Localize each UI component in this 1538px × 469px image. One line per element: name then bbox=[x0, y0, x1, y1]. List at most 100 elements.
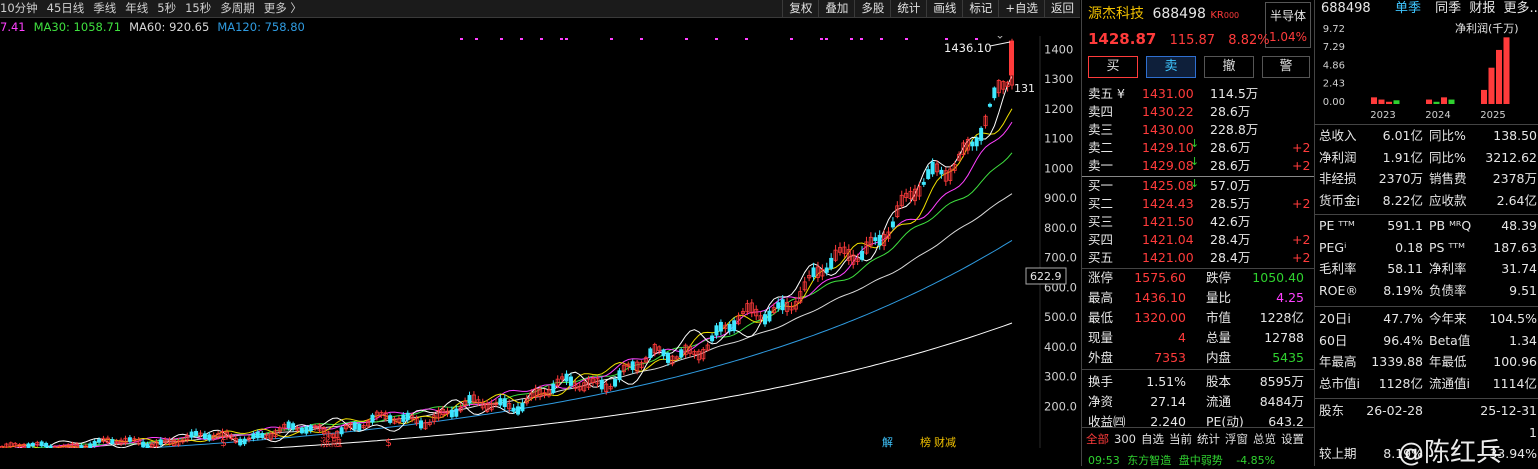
tool-button-6[interactable]: +自选 bbox=[998, 0, 1044, 18]
bid-change: +2 bbox=[1292, 232, 1311, 247]
fund-label: 负债率 bbox=[1429, 282, 1467, 298]
ask-price: 1431.00 bbox=[1142, 86, 1194, 101]
candle-body bbox=[30, 442, 35, 447]
period-tab-2[interactable]: 季线 bbox=[93, 1, 116, 15]
bottom-tab-0[interactable]: 全部 bbox=[1086, 432, 1109, 446]
ask-label: 卖四 bbox=[1088, 104, 1114, 119]
price-line: 1428.87 115.87 8.82% bbox=[1088, 30, 1270, 48]
bid-row[interactable]: 买四 1421.04 28.4万 +2 bbox=[1088, 231, 1310, 249]
tab-same-quarter[interactable]: 同季 bbox=[1435, 1, 1461, 16]
tab-financial-report[interactable]: 财报 bbox=[1469, 1, 1495, 16]
ticker-pct: -4.85% bbox=[1236, 454, 1276, 467]
ask-row[interactable]: 卖四 1430.22 28.6万 bbox=[1088, 103, 1310, 121]
candle-body bbox=[520, 402, 525, 412]
candle-body bbox=[454, 408, 459, 417]
bottom-tab-2[interactable]: 自选 bbox=[1141, 432, 1164, 446]
event-marker[interactable]: 解 bbox=[882, 435, 893, 448]
tool-button-0[interactable]: 复权 bbox=[782, 0, 818, 18]
ask-volume: 228.8万 bbox=[1210, 122, 1259, 137]
bottom-tab-6[interactable]: 总览 bbox=[1253, 432, 1276, 446]
bottom-tab-7[interactable]: 设置 bbox=[1281, 432, 1304, 446]
candle-body bbox=[987, 103, 992, 107]
alert-button[interactable]: 警 bbox=[1262, 56, 1310, 78]
ticker-time: 09:53 bbox=[1088, 454, 1120, 467]
profit-bar bbox=[1481, 89, 1487, 104]
tool-button-3[interactable]: 统计 bbox=[890, 0, 926, 18]
fund-value: 1114亿 bbox=[1492, 375, 1537, 391]
candle-body bbox=[890, 221, 895, 228]
tool-button-4[interactable]: 画线 bbox=[926, 0, 962, 18]
event-marker[interactable]: $ bbox=[220, 436, 227, 448]
bottom-tab-4[interactable]: 统计 bbox=[1197, 432, 1220, 446]
ma-legend: 7.41 MA30: 1058.71 MA60: 920.65 MA120: 758.… bbox=[0, 19, 313, 35]
tool-button-2[interactable]: 多股 bbox=[854, 0, 890, 18]
fund-label: PE ᵀᵀᴹ bbox=[1319, 218, 1355, 233]
last-candle-body bbox=[1009, 40, 1014, 76]
fund-label: 年最高 bbox=[1319, 354, 1357, 369]
sell-button[interactable]: 卖 bbox=[1146, 56, 1196, 78]
fund-value: 26-02-28 bbox=[1366, 403, 1423, 418]
signal-dot bbox=[975, 38, 978, 40]
high-price-pointer bbox=[989, 41, 1011, 47]
period-tab-0[interactable]: 10分钟 bbox=[0, 1, 38, 15]
period-tab-1[interactable]: 45日线 bbox=[47, 1, 85, 15]
fund-label: PB ᴹᴿQ bbox=[1429, 218, 1472, 233]
candle-body bbox=[207, 434, 212, 441]
bid-row[interactable]: 买二 1424.43 28.5万 +2 bbox=[1088, 195, 1310, 213]
bottom-tab-5[interactable]: 浮窗 bbox=[1225, 432, 1248, 446]
bid-volume: 42.6万 bbox=[1210, 214, 1251, 229]
fund-row: 总收入 6.01亿 同比% 138.50 bbox=[1319, 125, 1537, 146]
stat-label: 换手 bbox=[1088, 374, 1114, 389]
period-tab-7[interactable]: 更多 〉 bbox=[264, 1, 302, 15]
kline-chart[interactable]: 14001300120011001000900.0800.0700.0600.0… bbox=[0, 36, 1080, 448]
sector-box[interactable]: 半导体 1.04% bbox=[1265, 2, 1311, 48]
event-marker[interactable]: 涨融 bbox=[320, 436, 342, 448]
fund-divider-3 bbox=[1315, 306, 1538, 307]
candle-body bbox=[718, 321, 723, 332]
fund-value: 1 bbox=[1529, 424, 1537, 440]
ask-row[interactable]: 卖五 ¥ 1431.00 114.5万 bbox=[1088, 85, 1310, 103]
event-marker[interactable]: 财减 bbox=[934, 435, 956, 448]
diamond-icon[interactable] bbox=[996, 36, 1004, 39]
candle-body bbox=[145, 444, 150, 448]
tab-more[interactable]: 更多.. bbox=[1503, 1, 1537, 16]
event-marker[interactable]: 榜 bbox=[920, 435, 931, 448]
event-marker[interactable]: $ bbox=[385, 436, 392, 448]
bottom-tab-3[interactable]: 当前 bbox=[1169, 432, 1192, 446]
bid-row[interactable]: 买五 1421.00 28.4万 +2 bbox=[1088, 249, 1310, 267]
fund-row: ROE® 8.19% 负债率 9.51 bbox=[1319, 280, 1537, 301]
period-tab-3[interactable]: 年线 bbox=[125, 1, 148, 15]
candle-body bbox=[648, 348, 653, 358]
y-tick-label: 1100 bbox=[1044, 132, 1073, 146]
candle-body bbox=[617, 370, 622, 381]
bid-volume: 28.5万 bbox=[1210, 196, 1251, 211]
bid-row[interactable]: 买三 1421.50 42.6万 bbox=[1088, 213, 1310, 231]
fund-label: 非经损 bbox=[1319, 171, 1357, 186]
bid-change: +2 bbox=[1292, 196, 1311, 211]
down-arrow-icon: ↓ bbox=[1190, 137, 1200, 150]
cancel-order-button[interactable]: 撤 bbox=[1204, 56, 1254, 78]
tool-button-5[interactable]: 标记 bbox=[962, 0, 998, 18]
signal-dot bbox=[500, 38, 503, 40]
stat-label: 净资 bbox=[1088, 394, 1114, 409]
candle-body bbox=[405, 412, 410, 421]
buy-button[interactable]: 买 bbox=[1088, 56, 1138, 78]
period-tab-6[interactable]: 多周期 bbox=[220, 1, 255, 15]
tool-button-7[interactable]: 返回 bbox=[1044, 0, 1080, 18]
quote-panel: 源杰科技 688498 KR000 半导体 1.04% 1428.87 115.… bbox=[1081, 0, 1315, 467]
tab-single-quarter[interactable]: 单季 bbox=[1395, 1, 1421, 16]
candle-body bbox=[511, 407, 516, 412]
signal-dot bbox=[610, 38, 613, 40]
bid-label: 买四 bbox=[1088, 232, 1114, 247]
fund-label: 货币金i bbox=[1319, 192, 1360, 208]
period-tab-4[interactable]: 5秒 bbox=[157, 1, 176, 15]
fund-label: 20日i bbox=[1319, 311, 1351, 326]
bar-y-tick: 2.43 bbox=[1323, 79, 1345, 90]
period-tab-5[interactable]: 15秒 bbox=[185, 1, 211, 15]
candle-body bbox=[665, 352, 670, 363]
bottom-tab-1[interactable]: 300 bbox=[1114, 432, 1136, 446]
profit-bar bbox=[1496, 49, 1502, 104]
stat-label: 流通 bbox=[1206, 394, 1232, 409]
tool-button-1[interactable]: 叠加 bbox=[818, 0, 854, 18]
stat-value: 1.51% bbox=[1146, 374, 1186, 389]
